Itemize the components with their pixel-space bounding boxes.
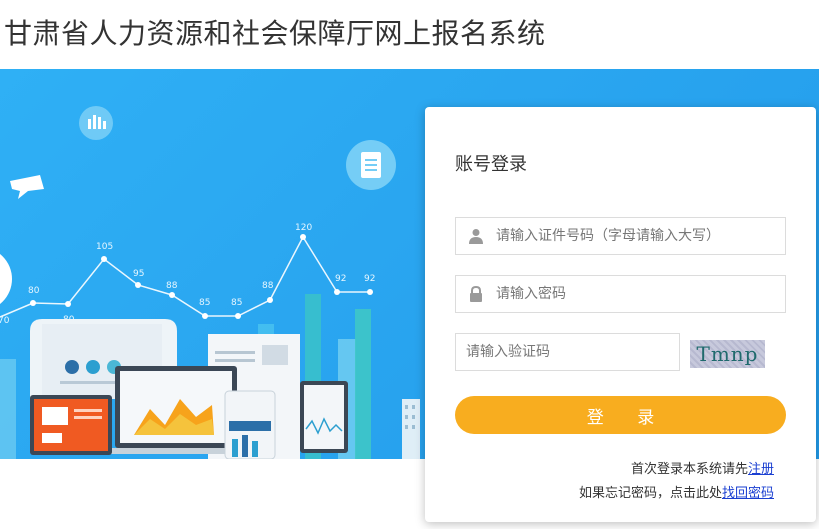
- line-label: 95: [133, 269, 144, 279]
- id-number-field[interactable]: [455, 217, 786, 255]
- speech-bubble-icon: [10, 175, 44, 199]
- id-number-input[interactable]: [496, 218, 785, 254]
- login-card: 账号登录 Tmnp 登 录 首次登录本系统请先注册 如果忘记密码，点击此处找回密…: [425, 107, 816, 522]
- captcha-field[interactable]: [455, 333, 680, 371]
- forgot-password-hint: 如果忘记密码，点击此处找回密码: [579, 482, 774, 501]
- register-hint-text: 首次登录本系统请先: [630, 462, 748, 477]
- line-label: 80: [28, 286, 40, 296]
- lock-icon: [456, 276, 496, 312]
- forgot-hint-text: 如果忘记密码，点击此处: [578, 486, 722, 501]
- line-label: 85: [199, 298, 210, 308]
- register-hint: 首次登录本系统请先注册: [631, 458, 774, 477]
- line-label: 88: [262, 281, 274, 291]
- recover-password-link[interactable]: 找回密码: [722, 486, 774, 501]
- line-label: 92: [335, 274, 346, 284]
- login-title: 账号登录: [455, 154, 527, 175]
- line-label: 92: [364, 274, 375, 284]
- password-input[interactable]: [496, 276, 785, 312]
- line-label: 70: [0, 316, 10, 326]
- line-label: 88: [166, 281, 178, 291]
- user-icon: [456, 218, 496, 254]
- password-field[interactable]: [455, 275, 786, 313]
- line-label: 120: [295, 223, 312, 233]
- captcha-image[interactable]: Tmnp: [690, 340, 765, 368]
- site-title: 甘肃省人力资源和社会保障厅网上报名系统: [4, 17, 546, 50]
- login-button[interactable]: 登 录: [455, 396, 786, 434]
- line-label: 85: [231, 298, 242, 308]
- line-label: 105: [96, 242, 113, 252]
- register-link[interactable]: 注册: [748, 462, 774, 477]
- captcha-input[interactable]: [456, 334, 679, 370]
